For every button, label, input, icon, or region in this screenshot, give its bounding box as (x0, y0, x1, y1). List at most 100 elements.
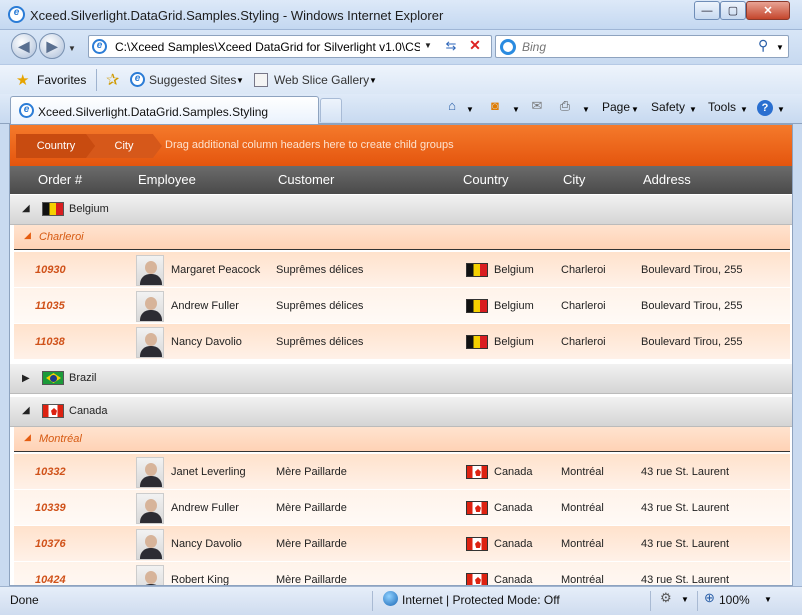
cell-city[interactable]: Montréal (561, 538, 604, 550)
mail-icon[interactable]: ✉ (528, 98, 546, 116)
chevron-down-icon[interactable]: ▼ (764, 595, 772, 604)
zoom-icon[interactable]: ⊕ (704, 590, 715, 606)
table-row[interactable]: 11038 Nancy Davolio Suprêmes délices Belgiu… (14, 323, 790, 359)
cell-city[interactable]: Montréal (561, 502, 604, 514)
cell-city[interactable]: Charleroi (561, 336, 606, 348)
cell-order[interactable]: 10930 (35, 264, 66, 276)
group-row-brazil[interactable]: ▶ Brazil (10, 363, 792, 394)
cell-country[interactable]: Canada (494, 574, 533, 585)
chevron-down-icon[interactable]: ▼ (681, 595, 689, 604)
collapse-toggle-icon[interactable]: ◢ (24, 230, 31, 241)
cell-country[interactable]: Canada (494, 502, 533, 514)
table-row[interactable]: 10339 Andrew Fuller Mère Paillarde Canada Mo… (14, 489, 790, 525)
cell-order[interactable]: 10376 (35, 538, 66, 550)
group-row-canada[interactable]: ◢ Canada (10, 396, 792, 427)
cell-order[interactable]: 10332 (35, 466, 66, 478)
gear-icon[interactable]: ⚙ (660, 590, 672, 606)
zoom-level[interactable]: 100% (719, 593, 750, 607)
table-row[interactable]: 10424 Robert King Mère Paillarde Canada Mont… (14, 561, 790, 585)
column-header-customer[interactable]: Customer (278, 172, 334, 187)
cell-customer[interactable]: Suprêmes délices (276, 264, 363, 276)
search-icon[interactable]: ⚲ (758, 37, 768, 54)
cell-address[interactable]: 43 rue St. Laurent (641, 502, 729, 514)
cell-customer[interactable]: Suprêmes délices (276, 300, 363, 312)
tab-active[interactable]: e Xceed.Silverlight.DataGrid.Samples.Sty… (10, 96, 319, 124)
table-row[interactable]: 10376 Nancy Davolio Mère Paillarde Canada Mo… (14, 525, 790, 561)
collapse-toggle-icon[interactable]: ◢ (22, 405, 30, 416)
group-row-belgium[interactable]: ◢ Belgium (10, 194, 792, 225)
cell-employee[interactable]: Margaret Peacock (171, 264, 260, 276)
cell-city[interactable]: Charleroi (561, 264, 606, 276)
refresh-icon[interactable]: ⇆ (441, 38, 461, 55)
subgroup-row[interactable]: ◢ Charleroi (14, 225, 790, 250)
cell-employee[interactable]: Nancy Davolio (171, 336, 242, 348)
chevron-down-icon[interactable]: ▼ (777, 105, 785, 114)
cell-address[interactable]: 43 rue St. Laurent (641, 466, 729, 478)
cell-city[interactable]: Charleroi (561, 300, 606, 312)
close-button[interactable]: ✕ (746, 1, 790, 20)
search-box[interactable]: ⚲ ▼ (495, 35, 789, 58)
print-icon[interactable]: ⎙ (556, 98, 574, 116)
security-zone[interactable]: Internet | Protected Mode: Off (402, 593, 560, 607)
chevron-down-icon[interactable]: ▼ (689, 105, 697, 114)
column-header-city[interactable]: City (563, 172, 585, 187)
cell-address[interactable]: 43 rue St. Laurent (641, 574, 729, 585)
chevron-down-icon[interactable]: ▼ (512, 105, 520, 114)
subgroup-row[interactable]: ◢ Montréal (14, 427, 790, 452)
table-row[interactable]: 11035 Andrew Fuller Suprêmes délices Belgiu… (14, 287, 790, 323)
cell-customer[interactable]: Mère Paillarde (276, 466, 347, 478)
favorites-star-icon[interactable]: ★ (16, 71, 29, 89)
table-row[interactable]: 10332 Janet Leverling Mère Paillarde Canada… (14, 453, 790, 489)
rss-icon[interactable]: ◙ (486, 98, 504, 116)
column-header-order[interactable]: Order # (38, 172, 82, 187)
cell-employee[interactable]: Nancy Davolio (171, 538, 242, 550)
group-chip-country[interactable]: Country (16, 134, 96, 158)
back-arrow-icon[interactable]: ◀ (11, 33, 37, 59)
cell-city[interactable]: Montréal (561, 574, 604, 585)
web-slice-gallery-link[interactable]: Web Slice Gallery (274, 73, 369, 87)
cell-order[interactable]: 10424 (35, 574, 66, 585)
maximize-button[interactable]: ▢ (720, 1, 746, 20)
favorites-button[interactable]: Favorites (37, 73, 86, 87)
cell-country[interactable]: Belgium (494, 336, 534, 348)
column-header-country[interactable]: Country (463, 172, 509, 187)
chevron-down-icon[interactable]: ▼ (582, 105, 590, 114)
address-url[interactable]: C:\Xceed Samples\Xceed DataGrid for Silv… (115, 40, 420, 54)
home-icon[interactable]: ⌂ (443, 98, 461, 116)
chevron-down-icon[interactable]: ▼ (236, 76, 244, 85)
expand-toggle-icon[interactable]: ▶ (22, 373, 30, 384)
cell-customer[interactable]: Mère Paillarde (276, 538, 347, 550)
forward-arrow-icon[interactable]: ▶ (39, 33, 65, 59)
add-to-favorites-icon[interactable]: ✰ (106, 70, 119, 90)
cell-address[interactable]: 43 rue St. Laurent (641, 538, 729, 550)
chevron-down-icon[interactable]: ▼ (740, 105, 748, 114)
cell-country[interactable]: Belgium (494, 300, 534, 312)
cell-country[interactable]: Canada (494, 466, 533, 478)
address-bar[interactable]: e C:\Xceed Samples\Xceed DataGrid for Si… (88, 35, 492, 58)
column-header-address[interactable]: Address (643, 172, 691, 187)
address-dropdown-icon[interactable]: ▼ (424, 41, 432, 50)
cell-address[interactable]: Boulevard Tirou, 255 (641, 336, 743, 348)
stop-icon[interactable]: ✕ (465, 37, 485, 55)
help-icon[interactable]: ? (757, 100, 773, 116)
search-input[interactable] (522, 40, 742, 54)
recent-pages-dropdown-icon[interactable]: ▼ (68, 44, 76, 53)
cell-order[interactable]: 11035 (35, 300, 65, 312)
group-by-area[interactable]: Country City Drag additional column head… (10, 125, 792, 166)
column-header-employee[interactable]: Employee (138, 172, 196, 187)
chevron-down-icon[interactable]: ▼ (631, 105, 639, 114)
collapse-toggle-icon[interactable]: ◢ (22, 203, 30, 214)
new-tab-button[interactable] (320, 98, 342, 122)
cell-country[interactable]: Canada (494, 538, 533, 550)
cell-order[interactable]: 10339 (35, 502, 66, 514)
group-chip-city[interactable]: City (86, 134, 162, 158)
cell-customer[interactable]: Mère Paillarde (276, 502, 347, 514)
page-menu[interactable]: Page (602, 100, 630, 114)
cell-order[interactable]: 11038 (35, 336, 65, 348)
cell-employee[interactable]: Andrew Fuller (171, 300, 239, 312)
chevron-down-icon[interactable]: ▼ (466, 105, 474, 114)
safety-menu[interactable]: Safety (651, 100, 685, 114)
collapse-toggle-icon[interactable]: ◢ (24, 432, 31, 443)
suggested-sites-link[interactable]: Suggested Sites (149, 73, 236, 87)
chevron-down-icon[interactable]: ▼ (369, 76, 377, 85)
